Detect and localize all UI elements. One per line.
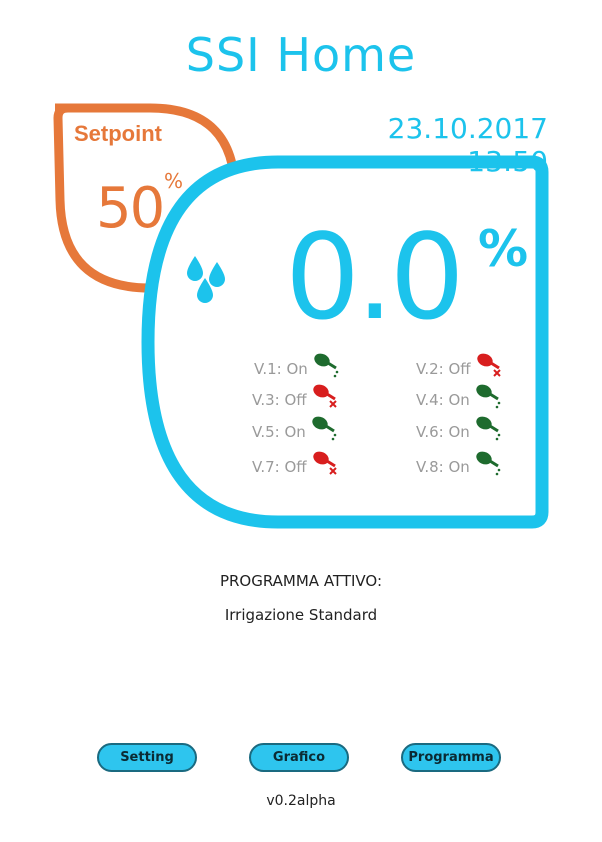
valve-label: V.6: On <box>416 423 470 441</box>
water-drops-icon <box>187 256 225 303</box>
programma-button[interactable]: Programma <box>401 743 501 772</box>
valve-label: V.1: On <box>254 360 308 378</box>
setpoint-value: 50 <box>96 176 165 241</box>
watering-can-on-icon <box>476 451 501 476</box>
valve-label: V.5: On <box>252 423 306 441</box>
valve-item-3: V.3: Off <box>252 381 339 409</box>
watering-can-on-icon <box>476 384 501 409</box>
valve-item-2: V.2: Off <box>416 350 503 378</box>
program-title: PROGRAMMA ATTIVO: <box>219 572 383 590</box>
setpoint-unit: % <box>164 169 184 193</box>
datetime: 23.10.2017 13:50 <box>387 112 548 178</box>
watering-can-on-icon <box>476 416 501 441</box>
watering-can-off-icon <box>312 384 337 408</box>
valve-item-1: V.1: On <box>254 350 340 378</box>
valve-item-5: V.5: On <box>252 413 338 441</box>
valve-item-8: V.8: On <box>416 448 502 476</box>
valve-item-4: V.4: On <box>416 381 502 409</box>
watering-can-on-icon <box>312 416 337 441</box>
watering-can-on-icon <box>314 353 339 378</box>
valve-label: V.8: On <box>416 458 470 476</box>
version-label: v0.2alpha <box>266 793 336 809</box>
valve-item-6: V.6: On <box>416 413 502 441</box>
watering-can-off-icon <box>312 451 337 475</box>
valve-label: V.7: Off <box>252 458 307 476</box>
setpoint-label: Setpoint <box>74 121 162 146</box>
humidity-unit: % <box>478 220 529 278</box>
valve-label: V.4: On <box>416 391 470 409</box>
valve-label: V.3: Off <box>252 391 307 409</box>
valve-item-7: V.7: Off <box>252 448 339 476</box>
watering-can-off-icon <box>476 353 501 377</box>
program-name: Irrigazione Standard <box>224 606 378 624</box>
humidity-value: 0.0 <box>285 208 465 346</box>
setting-button[interactable]: Setting <box>97 743 197 772</box>
valve-label: V.2: Off <box>416 360 471 378</box>
grafico-button[interactable]: Grafico <box>249 743 349 772</box>
